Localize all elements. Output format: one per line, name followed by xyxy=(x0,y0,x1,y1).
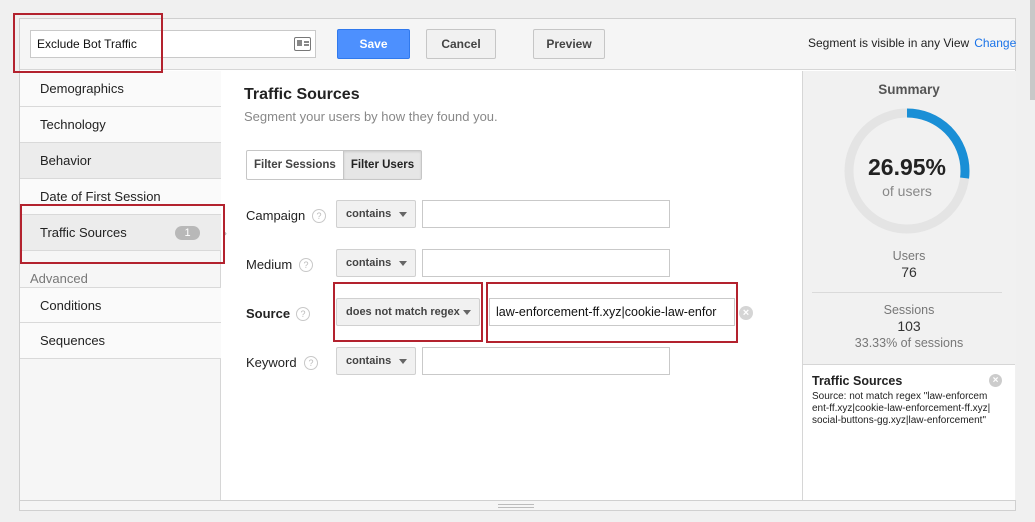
save-button[interactable]: Save xyxy=(337,29,410,59)
campaign-label: Campaign xyxy=(246,208,306,223)
sessions-label: Sessions xyxy=(883,303,935,317)
preview-button[interactable]: Preview xyxy=(533,29,605,59)
operator-label: does not match regex xyxy=(346,306,460,318)
chevron-down-icon xyxy=(399,359,407,364)
source-operator-select[interactable]: does not match regex xyxy=(336,298,480,326)
operator-label: contains xyxy=(346,208,392,220)
filter-sessions-tab[interactable]: Filter Sessions xyxy=(247,151,343,179)
remove-filter-icon[interactable]: × xyxy=(989,374,1002,387)
segment-name-input[interactable] xyxy=(30,30,316,58)
applied-filter-title: Traffic Sources xyxy=(812,374,903,388)
cancel-button[interactable]: Cancel xyxy=(426,29,496,59)
sessions-percent: 33.33% of sessions xyxy=(854,336,964,350)
source-value-input[interactable] xyxy=(489,298,735,326)
segment-category-sidebar: Demographics Technology Behavior Date of… xyxy=(20,71,221,501)
users-percent-label: of users xyxy=(882,183,932,199)
clear-value-icon[interactable]: × xyxy=(739,306,753,320)
advanced-heading: Advanced xyxy=(30,271,88,286)
page-subtitle: Segment your users by how they found you… xyxy=(244,109,498,124)
operator-label: contains xyxy=(346,355,392,367)
segment-visibility: Segment is visible in any View Change xyxy=(808,36,1016,50)
sidebar-item-date-of-first-session[interactable]: Date of First Session xyxy=(20,179,221,215)
sidebar-item-traffic-sources[interactable]: Traffic Sources 1 xyxy=(20,215,221,251)
users-label: Users xyxy=(892,249,926,263)
visibility-text: Segment is visible in any View xyxy=(808,36,970,50)
keyword-operator-select[interactable]: contains xyxy=(336,347,416,375)
filter-scope-toggle: Filter Sessions Filter Users xyxy=(246,150,423,180)
operator-label: contains xyxy=(346,257,392,269)
sidebar-item-sequences[interactable]: Sequences xyxy=(20,323,221,359)
campaign-operator-select[interactable]: contains xyxy=(336,200,416,228)
resize-handle[interactable] xyxy=(498,504,534,508)
condition-count-badge: 1 xyxy=(175,226,200,240)
page-scrollbar[interactable] xyxy=(1030,0,1035,100)
help-icon[interactable]: ? xyxy=(304,356,318,370)
sidebar-item-behavior[interactable]: Behavior xyxy=(20,143,221,179)
chevron-down-icon xyxy=(399,261,407,266)
help-icon[interactable]: ? xyxy=(296,307,310,321)
help-icon[interactable]: ? xyxy=(299,258,313,272)
contact-card-icon[interactable] xyxy=(294,37,311,51)
applied-filter-description: Source: not match regex "law-enforcement… xyxy=(812,391,991,426)
help-icon[interactable]: ? xyxy=(312,209,326,223)
campaign-value-input[interactable] xyxy=(422,200,670,228)
change-visibility-link[interactable]: Change xyxy=(974,36,1016,50)
summary-title: Summary xyxy=(878,82,940,97)
chevron-right-icon: › xyxy=(223,226,227,240)
divider xyxy=(812,292,1002,293)
filter-users-tab[interactable]: Filter Users xyxy=(342,151,422,179)
sidebar-item-technology[interactable]: Technology xyxy=(20,107,221,143)
page-title: Traffic Sources xyxy=(244,86,360,103)
sidebar-item-conditions[interactable]: Conditions xyxy=(20,287,221,323)
medium-value-input[interactable] xyxy=(422,249,670,277)
sidebar-item-demographics[interactable]: Demographics xyxy=(20,71,221,107)
chevron-down-icon xyxy=(399,212,407,217)
users-value: 76 xyxy=(901,264,917,280)
medium-label: Medium xyxy=(246,257,293,272)
keyword-value-input[interactable] xyxy=(422,347,670,375)
users-percent: 26.95% xyxy=(867,154,946,180)
keyword-label: Keyword xyxy=(246,355,297,370)
source-label: Source xyxy=(246,306,291,321)
chevron-down-icon xyxy=(463,310,471,315)
medium-operator-select[interactable]: contains xyxy=(336,249,416,277)
sessions-value: 103 xyxy=(897,318,921,334)
sidebar-item-label: Traffic Sources xyxy=(40,225,127,240)
